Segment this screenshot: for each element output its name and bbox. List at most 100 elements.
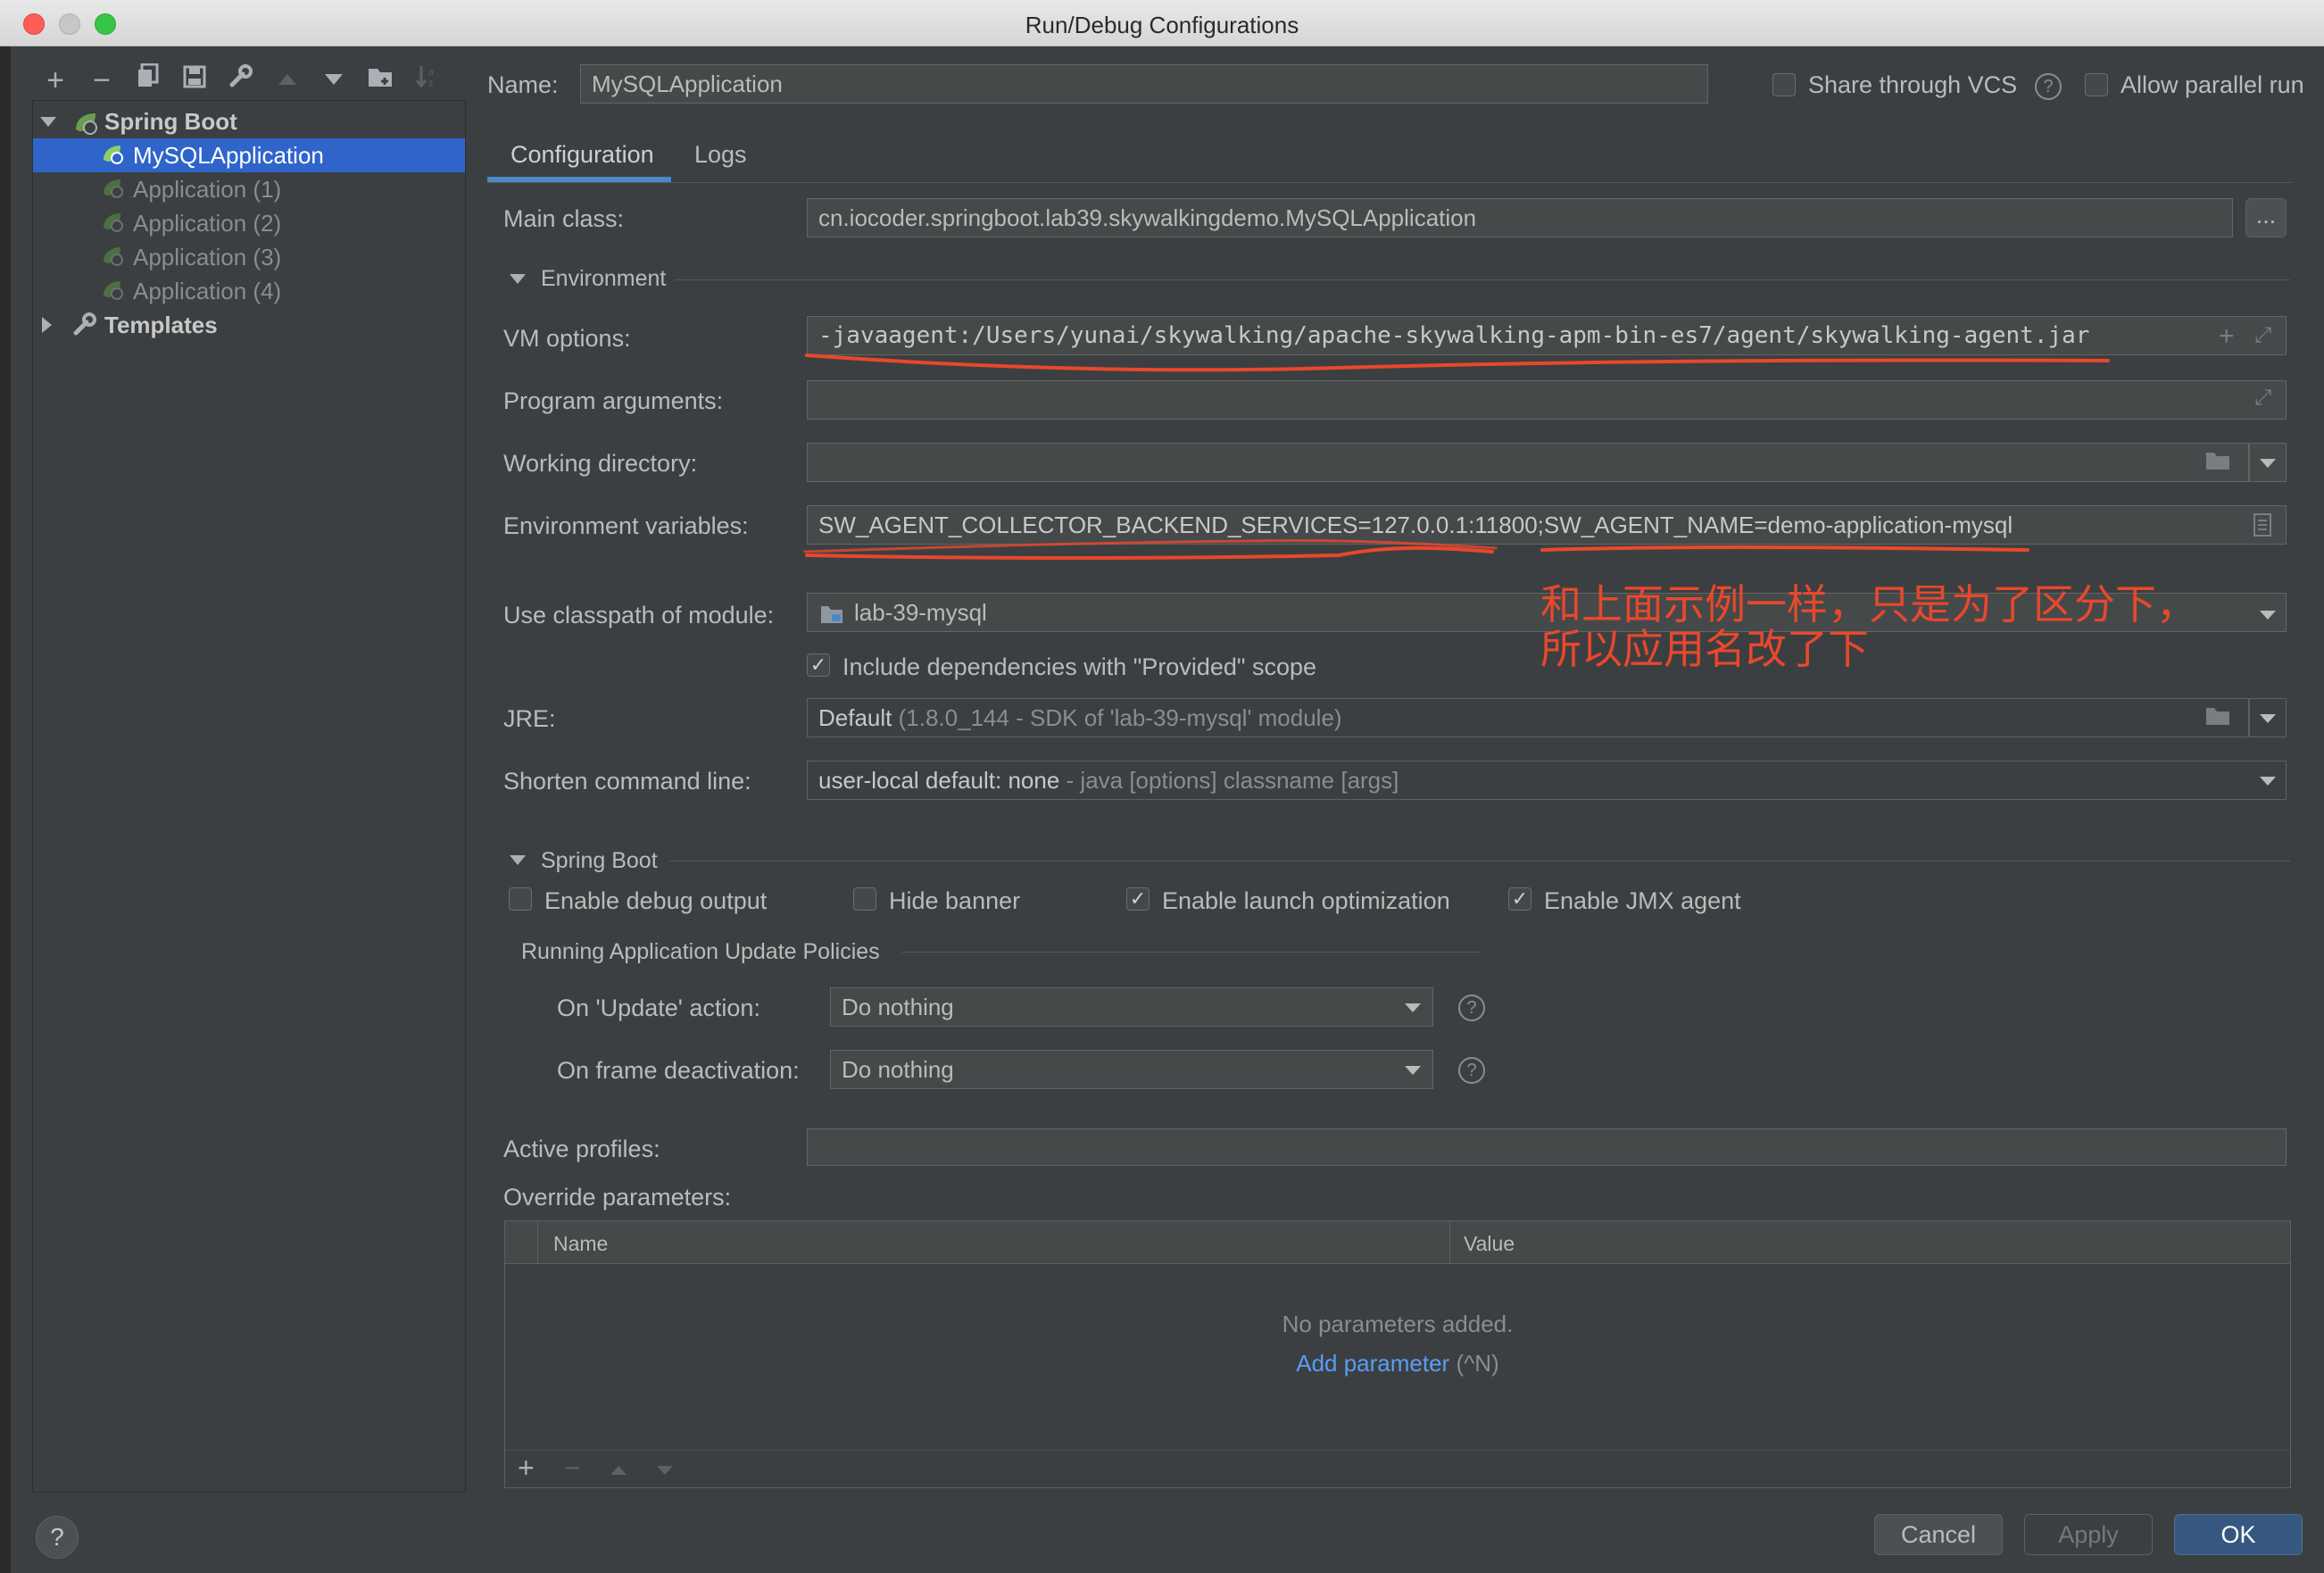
zoom-window-button[interactable] (95, 13, 116, 35)
hide-banner-checkbox[interactable] (853, 887, 876, 911)
tab-logs[interactable]: Logs (694, 141, 747, 169)
tree-group-templates[interactable]: Templates (33, 308, 465, 342)
on-frame-deactivation-select[interactable]: Do nothing (830, 1050, 1433, 1089)
name-label: Name: (487, 71, 559, 98)
arrow-down-icon[interactable] (655, 1464, 675, 1481)
environment-variables-label: Environment variables: (503, 512, 749, 539)
spring-boot-collapse-icon[interactable] (510, 855, 526, 865)
tree-item-label: Application (1) (133, 176, 282, 203)
jre-label: JRE: (503, 705, 556, 732)
column-value-header[interactable]: Value (1464, 1232, 1515, 1256)
add-parameter-link[interactable]: Add parameter (1296, 1350, 1449, 1377)
chevron-down-icon (1405, 1003, 1421, 1012)
chevron-down-icon (1405, 1066, 1421, 1075)
collapse-arrow-icon[interactable] (42, 317, 52, 333)
tree-group-spring-boot[interactable]: Spring Boot (33, 104, 465, 138)
document-icon[interactable] (2253, 512, 2272, 542)
help-icon[interactable]: ? (2035, 73, 2062, 100)
apply-button[interactable]: Apply (2024, 1514, 2153, 1555)
working-directory-label: Working directory: (503, 450, 698, 477)
main-class-input[interactable]: cn.iocoder.springboot.lab39.skywalkingde… (807, 198, 2233, 237)
wrench-icon[interactable] (223, 62, 259, 98)
help-icon[interactable]: ? (1458, 1057, 1485, 1084)
on-frame-deactivation-label: On frame deactivation: (557, 1057, 800, 1084)
allow-parallel-checkbox[interactable] (2085, 73, 2108, 96)
allow-parallel-label: Allow parallel run (2121, 71, 2304, 98)
tree-item-application-4[interactable]: Application (4) (33, 274, 465, 308)
arrow-up-icon[interactable] (609, 1464, 628, 1481)
share-vcs-label: Share through VCS (1808, 71, 2018, 98)
environment-collapse-icon[interactable] (510, 274, 526, 284)
vm-options-label: VM options: (503, 325, 631, 352)
empty-table-text: No parameters added. (1282, 1311, 1514, 1337)
environment-divider (675, 279, 2290, 280)
tree-group-label: Templates (104, 312, 218, 338)
tree-item-application-2[interactable]: Application (2) (33, 206, 465, 240)
minus-icon[interactable]: − (564, 1452, 581, 1485)
annotation-line-1: 和上面示例一样，只是为了区分下， (1540, 580, 2197, 628)
plus-icon[interactable]: + (37, 62, 73, 98)
folder-icon[interactable] (2204, 705, 2231, 731)
folder-icon[interactable] (362, 62, 398, 98)
configuration-tree[interactable]: Spring Boot MySQLApplication Application… (32, 100, 466, 1493)
hide-banner-label: Hide banner (889, 887, 1021, 914)
tree-item-application-3[interactable]: Application (3) (33, 240, 465, 274)
column-divider (1449, 1221, 1450, 1264)
override-parameters-label: Override parameters: (503, 1184, 732, 1211)
plus-icon[interactable]: + (2219, 321, 2235, 352)
arrow-down-icon[interactable] (316, 62, 352, 98)
arrow-up-icon[interactable] (270, 62, 305, 98)
checkmark-icon: ✓ (1511, 887, 1529, 910)
help-button[interactable]: ? (36, 1516, 79, 1559)
enable-debug-checkbox[interactable] (509, 887, 532, 911)
sort-icon[interactable]: az (409, 62, 444, 98)
active-profiles-input[interactable] (807, 1128, 2287, 1166)
tab-configuration[interactable]: Configuration (510, 141, 654, 169)
shorten-command-line-select[interactable]: user-local default: none - java [options… (807, 761, 2287, 800)
checkmark-icon: ✓ (809, 653, 827, 676)
enable-launch-opt-checkbox[interactable]: ✓ (1126, 887, 1150, 911)
tree-item-mysqlapplication[interactable]: MySQLApplication (33, 138, 465, 172)
expand-arrow-icon[interactable] (40, 117, 56, 127)
share-vcs-checkbox[interactable] (1772, 73, 1796, 96)
expand-icon[interactable]: ⤢ (2254, 386, 2271, 411)
cancel-button[interactable]: Cancel (1874, 1514, 2003, 1555)
svg-text:z: z (428, 79, 433, 88)
column-name-header[interactable]: Name (553, 1232, 608, 1256)
browse-main-class-button[interactable]: ... (2245, 198, 2287, 237)
minimize-window-button[interactable] (59, 13, 80, 35)
annotation-line-2: 所以应用名改了下 (1540, 625, 1869, 673)
copy-icon[interactable] (130, 62, 166, 98)
tree-item-label: Application (2) (133, 210, 282, 237)
plus-icon[interactable]: + (518, 1452, 535, 1485)
enable-jmx-checkbox[interactable]: ✓ (1508, 887, 1531, 911)
help-icon[interactable]: ? (1458, 995, 1485, 1021)
name-input[interactable]: MySQLApplication (580, 64, 1708, 104)
table-toolbar-divider (505, 1450, 2290, 1451)
shorten-hint: - java [options] classname [args] (1066, 767, 1399, 794)
classpath-module-label: Use classpath of module: (503, 602, 775, 628)
window-title: Run/Debug Configurations (1025, 12, 1299, 38)
on-update-select[interactable]: Do nothing (830, 987, 1433, 1027)
add-parameter-row: Add parameter (^N) (505, 1350, 2290, 1377)
tab-divider (487, 182, 2292, 183)
tree-item-label: Application (3) (133, 244, 282, 270)
ok-button[interactable]: OK (2174, 1514, 2303, 1555)
checkmark-icon: ✓ (1129, 887, 1147, 910)
include-deps-checkbox[interactable]: ✓ (807, 653, 830, 677)
tree-item-application-1[interactable]: Application (1) (33, 172, 465, 206)
minus-icon[interactable]: − (84, 62, 120, 98)
spring-boot-app-icon (101, 278, 126, 312)
jre-input[interactable]: Default (1.8.0_144 - SDK of 'lab-39-mysq… (807, 698, 2249, 737)
spring-boot-app-icon (101, 210, 126, 244)
save-icon[interactable] (177, 62, 212, 98)
expand-icon[interactable]: ⤢ (2254, 323, 2271, 348)
folder-icon[interactable] (2204, 450, 2231, 476)
enable-jmx-label: Enable JMX agent (1544, 887, 1741, 914)
table-header: Name Value (505, 1221, 2290, 1264)
override-parameters-table[interactable]: Name Value No parameters added. Add para… (504, 1220, 2291, 1488)
shorten-value: user-local default: none (818, 767, 1060, 794)
close-window-button[interactable] (23, 13, 45, 35)
tree-item-label: MySQLApplication (133, 142, 324, 169)
include-deps-label: Include dependencies with "Provided" sco… (842, 653, 1317, 680)
